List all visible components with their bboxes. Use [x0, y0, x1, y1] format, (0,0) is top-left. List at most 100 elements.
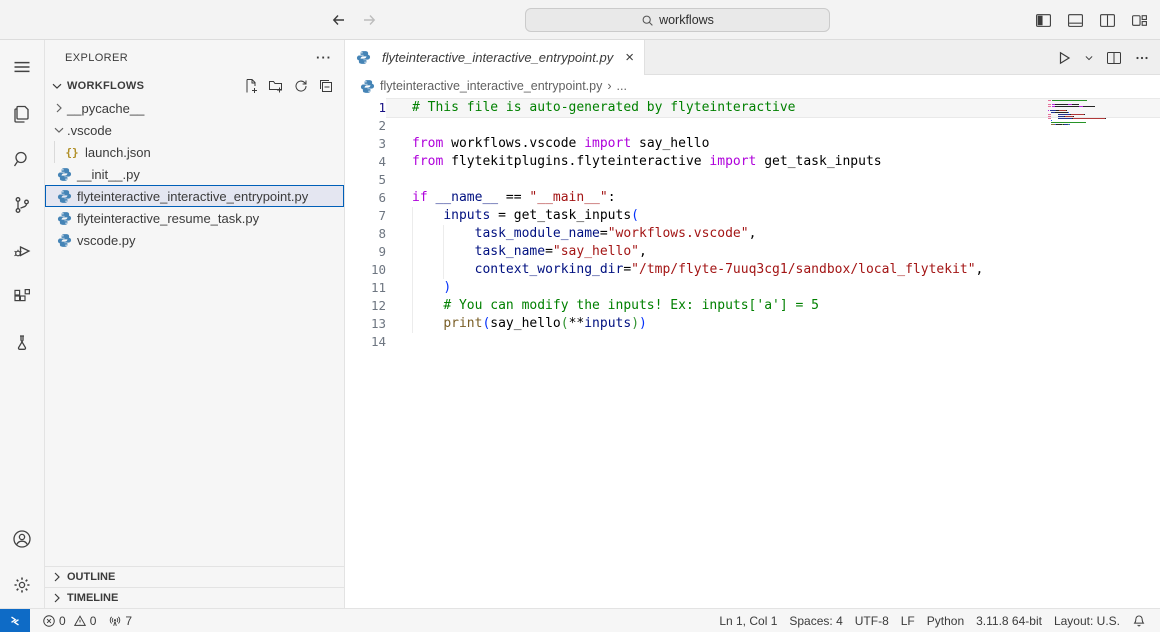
keyboard-layout[interactable]: Layout: U.S. [1048, 614, 1126, 628]
chevron-down-icon [49, 78, 65, 94]
cursor-position[interactable]: Ln 1, Col 1 [713, 614, 783, 628]
workflows-section-header[interactable]: WORKFLOWS [45, 75, 344, 97]
tab-bar: flyteinteractive_interactive_entrypoint.… [345, 40, 1160, 75]
json-file-icon: {} [64, 144, 80, 160]
minimap-line [1048, 100, 1130, 101]
settings-gear-icon[interactable] [0, 562, 45, 608]
code-text: from workflows.vscode import say_hello [386, 135, 1160, 153]
code-text [386, 171, 1160, 189]
tree-item-label: vscode.py [77, 233, 136, 248]
indentation[interactable]: Spaces: 4 [783, 614, 848, 628]
remote-indicator[interactable] [0, 609, 30, 632]
indent-guide [412, 207, 413, 333]
line-number: 3 [345, 135, 386, 153]
code-line-9[interactable]: 9 task_name="say_hello", [345, 243, 1160, 261]
close-tab-icon[interactable]: × [625, 50, 634, 65]
new-file-icon[interactable] [243, 78, 259, 94]
tree-item-__pycache__[interactable]: __pycache__ [45, 97, 344, 119]
split-editor-icon[interactable] [1106, 50, 1122, 66]
line-number: 11 [345, 279, 386, 297]
search-sidebar-icon[interactable] [0, 136, 45, 182]
more-actions-icon[interactable] [1134, 50, 1150, 66]
error-icon [42, 614, 56, 628]
status-bar: 0 0 7 Ln 1, Col 1 Spaces: 4 UTF-8 LF Pyt… [0, 608, 1160, 632]
collapse-all-icon[interactable] [318, 78, 334, 94]
code-text: task_name="say_hello", [386, 243, 1160, 261]
account-icon[interactable] [0, 516, 45, 562]
eol-sequence[interactable]: LF [895, 614, 921, 628]
minimap-line [1048, 124, 1130, 125]
notifications-bell-icon[interactable] [1126, 614, 1152, 628]
code-line-12[interactable]: 12 # You can modify the inputs! Ex: inpu… [345, 297, 1160, 315]
tree-item-flyteinteractive_resume_task.py[interactable]: flyteinteractive_resume_task.py [45, 207, 344, 229]
language-mode[interactable]: Python [921, 614, 970, 628]
navigate-back-button[interactable] [328, 9, 350, 31]
code-line-11[interactable]: 11 ) [345, 279, 1160, 297]
line-number: 2 [345, 117, 386, 135]
breadcrumb[interactable]: flyteinteractive_interactive_entrypoint.… [345, 75, 1160, 97]
code-line-2[interactable]: 2 [345, 117, 1160, 135]
command-center-search[interactable]: workflows [525, 8, 830, 32]
run-python-file-icon[interactable] [1056, 50, 1072, 66]
ports-status[interactable]: 7 [102, 614, 138, 628]
testing-icon[interactable] [0, 320, 45, 366]
run-dropdown-chevron-icon[interactable] [1084, 53, 1094, 63]
code-line-10[interactable]: 10 context_working_dir="/tmp/flyte-7uuq3… [345, 261, 1160, 279]
code-text: task_module_name="workflows.vscode", [386, 225, 1160, 243]
tree-item-vscode.py[interactable]: vscode.py [45, 229, 344, 251]
run-and-debug-icon[interactable] [0, 228, 45, 274]
code-line-14[interactable]: 14 [345, 333, 1160, 351]
split-editor-layout-icon[interactable] [1096, 9, 1118, 31]
source-control-icon[interactable] [0, 182, 45, 228]
menu-icon[interactable] [0, 44, 45, 90]
code-line-8[interactable]: 8 task_module_name="workflows.vscode", [345, 225, 1160, 243]
timeline-section[interactable]: TIMELINE [45, 587, 344, 608]
python-file-icon [359, 78, 375, 94]
tree-item-__init__.py[interactable]: __init__.py [45, 163, 344, 185]
customize-layout-icon[interactable] [1128, 9, 1150, 31]
python-interpreter[interactable]: 3.11.8 64-bit [970, 614, 1048, 628]
tree-item-label: .vscode [67, 123, 112, 138]
minimap-line [1048, 114, 1130, 115]
sidebar-more-actions-icon[interactable]: ··· [316, 50, 332, 65]
minimap[interactable] [1048, 100, 1130, 128]
code-line-6[interactable]: 6if __name__ == "__main__": [345, 189, 1160, 207]
code-line-3[interactable]: 3from workflows.vscode import say_hello [345, 135, 1160, 153]
toggle-sidebar-icon[interactable] [1032, 9, 1054, 31]
refresh-icon[interactable] [293, 78, 309, 94]
tree-item-flyteinteractive_interactive_entrypoint.py[interactable]: flyteinteractive_interactive_entrypoint.… [45, 185, 344, 207]
code-line-1[interactable]: 1# This file is auto-generated by flytei… [345, 99, 1160, 117]
code-text: ) [386, 279, 1160, 297]
new-folder-icon[interactable] [268, 78, 284, 94]
python-file-icon [56, 210, 72, 226]
section-title: WORKFLOWS [67, 80, 144, 92]
outline-section[interactable]: OUTLINE [45, 566, 344, 587]
ports-count: 7 [125, 614, 132, 628]
tree-item-label: flyteinteractive_interactive_entrypoint.… [77, 189, 308, 204]
breadcrumb-more[interactable]: ... [617, 79, 627, 93]
code-text: # You can modify the inputs! Ex: inputs[… [386, 297, 1160, 315]
navigate-forward-button[interactable] [358, 9, 380, 31]
tree-item-launch.json[interactable]: {}launch.json [45, 141, 344, 163]
chevron-down-icon [51, 122, 67, 138]
tree-item-.vscode[interactable]: .vscode [45, 119, 344, 141]
line-number: 1 [345, 99, 386, 117]
sidebar-bottom-sections: OUTLINE TIMELINE [45, 566, 344, 608]
code-line-13[interactable]: 13 print(say_hello(**inputs)) [345, 315, 1160, 333]
extensions-icon[interactable] [0, 274, 45, 320]
code-text [386, 333, 1160, 351]
toggle-panel-icon[interactable] [1064, 9, 1086, 31]
code-line-7[interactable]: 7 inputs = get_task_inputs( [345, 207, 1160, 225]
code-editor[interactable]: 1# This file is auto-generated by flytei… [345, 97, 1160, 608]
python-file-icon [56, 188, 72, 204]
outline-label: OUTLINE [67, 571, 115, 583]
tab-flyteinteractive-interactive-entrypoint[interactable]: flyteinteractive_interactive_entrypoint.… [345, 40, 645, 75]
minimap-line [1048, 116, 1130, 117]
problems-status[interactable]: 0 0 [36, 614, 102, 628]
code-line-5[interactable]: 5 [345, 171, 1160, 189]
encoding[interactable]: UTF-8 [849, 614, 895, 628]
breadcrumb-file[interactable]: flyteinteractive_interactive_entrypoint.… [380, 79, 602, 93]
explorer-icon[interactable] [0, 90, 45, 136]
code-line-4[interactable]: 4from flytekitplugins.flyteinteractive i… [345, 153, 1160, 171]
activity-bar [0, 40, 45, 608]
